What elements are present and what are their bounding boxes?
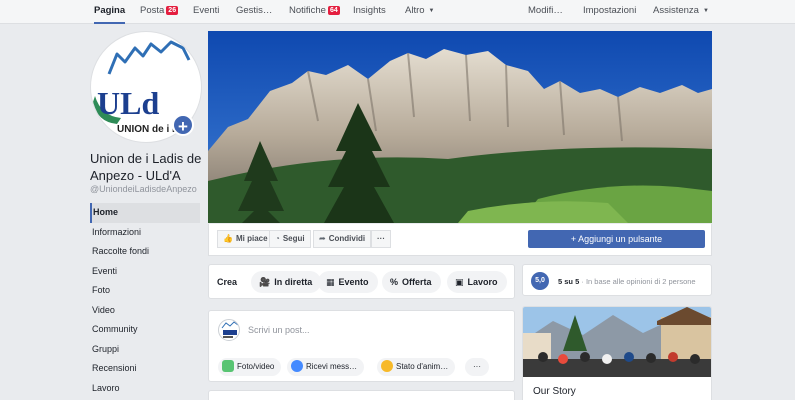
event-label: Evento [338,277,369,287]
sidebar-item-community[interactable]: Community [90,320,200,340]
nav-tab-eventi[interactable]: Eventi [193,0,219,24]
page-title: Union de i Ladis de Anpezo - ULd'A [90,151,202,183]
nav-tab-assistenza[interactable]: Assistenza ▼ [653,0,709,24]
offer-label: Offerta [402,277,432,287]
notifiche-count-badge: 64 [327,6,340,15]
nav-tab-label: Gestis… [236,5,273,16]
posta-count-badge: 26 [166,6,179,15]
add-button-label: Aggiungi un pulsante [578,234,663,244]
like-label: Mi piace [235,234,268,243]
nav-tab-posta[interactable]: Posta 26 [140,0,179,24]
nav-tab-label: Impostazioni [583,5,637,16]
photo-video-button[interactable]: Foto/video [218,358,282,376]
photo-video-label: Foto/video [237,362,275,371]
thumbs-up-icon: 👍 [223,234,233,243]
nav-tab-label: Modifi… [528,5,563,16]
rating-score-badge: 5,0 [531,272,549,290]
rating-value: 5 su 5 [558,277,580,286]
story-photo[interactable] [523,307,711,377]
nav-tab-altro[interactable]: Altro ▼ [405,0,435,24]
sidebar-item-lavoro[interactable]: Lavoro [90,379,200,399]
create-label: Crea [217,277,238,287]
sidebar-item-gruppi[interactable]: Gruppi [90,340,200,360]
get-messages-button[interactable]: Ricevi mess… [287,358,365,376]
rss-icon: ◔ [275,234,280,243]
composer-more-label: ··· [473,362,481,371]
caret-down-icon: ▼ [702,8,709,14]
rating-detail: · In base alle opinioni di 2 persone [581,277,696,286]
add-photo-plus-icon[interactable]: + [172,114,194,136]
more-label: ··· [377,234,385,243]
sidebar-item-informazioni[interactable]: Informazioni [90,223,200,243]
our-story-card: Our Story [522,306,712,400]
nav-tab-modifica[interactable]: Modifi… [528,0,563,24]
offer-tag-icon: % [390,277,399,287]
share-page-button[interactable]: ➦ Condividi [313,230,372,248]
like-page-button[interactable]: 👍 Mi piace [217,230,274,248]
sidebar-item-eventi[interactable]: Eventi [90,262,200,282]
nav-tab-insights[interactable]: Insights [353,0,386,24]
more-options-button[interactable]: ··· [371,230,391,248]
composer-input[interactable]: Scrivi un post... [248,325,310,335]
page-username[interactable]: @UniondeiLadisdeAnpezo [90,184,197,194]
share-label: Condividi [328,234,366,243]
get-messages-label: Ricevi mess… [306,362,358,371]
caret-down-icon: ▼ [428,8,435,14]
calendar-icon: ▦ [326,277,335,287]
nav-tab-label: Insights [353,5,386,16]
add-button-cta[interactable]: + Aggiungi un pulsante [528,230,705,248]
composer-more-button[interactable]: ··· [465,358,489,376]
nav-tab-label: Eventi [193,5,220,16]
create-card: Crea 🎥 In diretta ▦ Evento % Offerta ▣ Lavor… [208,264,515,299]
cover-mountain-image [208,31,712,223]
page-sidebar-menu: Home Informazioni Raccolte fondi Eventi … [90,203,200,398]
rating-card: 5,0 5 su 5 · In base alle opinioni di 2 … [522,264,712,296]
page-top-nav: Pagina Posta 26 Eventi Gestis… Notifiche 6… [0,0,795,24]
nav-tab-label: Posta [140,5,165,16]
sidebar-item-recensioni[interactable]: Recensioni [90,359,200,379]
job-label: Lavoro [467,277,498,287]
live-video-button[interactable]: 🎥 In diretta [251,271,322,293]
smiley-icon [381,360,393,372]
sidebar-item-video[interactable]: Video [90,301,200,321]
composer-avatar [218,319,240,341]
share-arrow-icon: ➦ [319,234,326,243]
nav-tab-pagina[interactable]: Pagina [94,0,126,24]
briefcase-icon: ▣ [455,277,464,287]
our-story-title: Our Story [533,386,576,397]
nav-tab-label: Assistenza [653,5,699,16]
sidebar-item-raccolte-fondi[interactable]: Raccolte fondi [90,242,200,262]
story-village-image [523,307,711,377]
cover-photo[interactable] [208,31,712,223]
sidebar-item-home[interactable]: Home [90,203,200,223]
video-camera-icon: 🎥 [259,277,271,287]
page-action-bar: 👍 Mi piace ◔ Segui ➦ Condividi ··· + Aggiun… [208,224,712,256]
nav-tab-label: Pagina [94,5,126,16]
sidebar-item-foto[interactable]: Foto [90,281,200,301]
create-offer-button[interactable]: % Offerta [382,271,441,293]
nav-tab-label: Notifiche [289,5,326,16]
post-composer-card: Scrivi un post... Foto/video Ricevi mess… [208,310,515,382]
create-event-button[interactable]: ▦ Evento [318,271,378,293]
ulda-logo-small [221,321,239,338]
nav-tab-label: Altro [405,5,425,16]
messenger-icon [291,360,303,372]
nav-tab-gestisci[interactable]: Gestis… [236,0,272,24]
next-post-card [208,390,515,400]
live-label: In diretta [274,277,313,287]
nav-tab-impostazioni[interactable]: Impostazioni [583,0,636,24]
photo-icon [222,360,234,372]
follow-label: Segui [282,234,305,243]
feeling-activity-button[interactable]: Stato d'anim… [377,358,456,376]
create-job-button[interactable]: ▣ Lavoro [447,271,507,293]
follow-page-button[interactable]: ◔ Segui [269,230,311,248]
feeling-label: Stato d'anim… [396,362,449,371]
logo-wordmark: ULd [97,85,159,121]
nav-tab-notifiche[interactable]: Notifiche 64 [289,0,340,24]
rating-summary[interactable]: 5 su 5 · In base alle opinioni di 2 pers… [558,277,696,286]
